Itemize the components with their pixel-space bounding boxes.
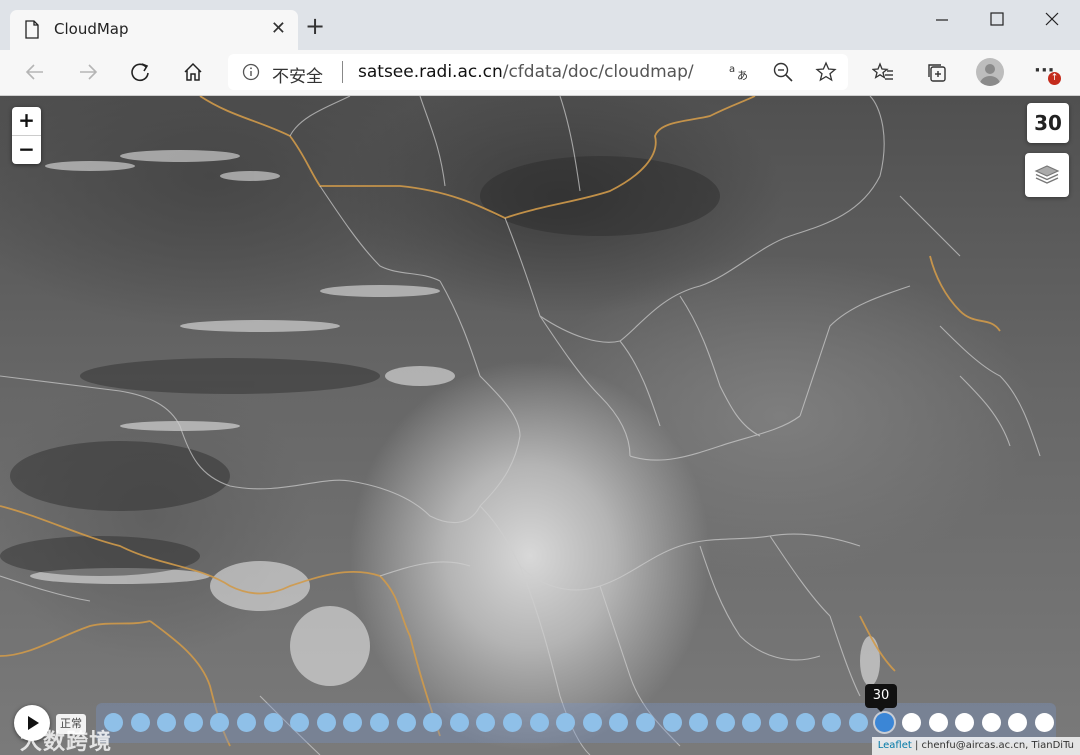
timeline-frame-dot[interactable] xyxy=(343,713,363,732)
minimize-button[interactable] xyxy=(920,6,964,34)
svg-text:a: a xyxy=(729,64,735,75)
tab-title: CloudMap xyxy=(54,20,129,38)
timeline-frame-dot[interactable] xyxy=(662,713,682,732)
zoom-control: + − xyxy=(12,107,41,164)
user-icon xyxy=(980,64,1000,86)
tab-strip: CloudMap ✕ + xyxy=(0,0,1080,50)
update-badge-icon: ↑ xyxy=(1048,72,1061,85)
zoom-in-button[interactable]: + xyxy=(12,107,41,135)
home-icon xyxy=(184,62,202,81)
timeline-frame-dot[interactable] xyxy=(769,713,788,732)
favorites-list-icon[interactable] xyxy=(872,62,894,84)
timeline-frame-dot[interactable] xyxy=(689,713,709,732)
new-tab-button[interactable]: + xyxy=(305,14,325,38)
address-divider xyxy=(342,61,343,83)
timeline-frame-dot[interactable] xyxy=(476,713,496,732)
tab-close-icon[interactable]: ✕ xyxy=(271,18,286,39)
close-window-button[interactable] xyxy=(1030,6,1074,34)
timeline-frame-dot[interactable] xyxy=(1035,713,1054,732)
home-button[interactable] xyxy=(178,57,208,87)
map-attribution: Leaflet | chenfu@aircas.ac.cn, TianDiTu xyxy=(871,737,1080,755)
timeline-frame-dot[interactable] xyxy=(609,713,629,732)
maximize-icon xyxy=(990,12,1004,26)
timeline-frame-dot[interactable] xyxy=(928,713,948,732)
collections-icon[interactable] xyxy=(926,62,948,84)
favorite-star-icon[interactable] xyxy=(815,61,837,83)
timeline-frame-dot[interactable] xyxy=(636,713,655,732)
timeline-frame-dot[interactable] xyxy=(290,713,310,732)
timeline-frame-dot[interactable] xyxy=(316,713,336,732)
timeline-frame-dot[interactable] xyxy=(902,713,921,732)
timeline-frame-dot[interactable] xyxy=(795,713,815,732)
timeline-frame-dot[interactable] xyxy=(981,713,1001,732)
attribution-separator: | xyxy=(911,740,922,751)
timeline-frame-dot[interactable] xyxy=(955,713,975,732)
timeline-frame-dot[interactable] xyxy=(449,713,469,732)
forward-arrow-icon xyxy=(80,64,98,80)
forward-button[interactable] xyxy=(73,57,103,87)
timeline-frame-dot[interactable] xyxy=(183,713,203,732)
timeline-frame-dot[interactable] xyxy=(1008,713,1028,732)
refresh-button[interactable] xyxy=(125,57,155,87)
frame-number-badge: 30 xyxy=(1027,103,1069,143)
url-path: /cfdata/doc/cloudmap/ xyxy=(502,62,694,82)
map-imagery xyxy=(0,96,1041,755)
timeline-frame-dot[interactable] xyxy=(263,713,283,732)
profile-avatar[interactable] xyxy=(976,58,1004,86)
minimize-icon xyxy=(936,19,948,21)
timeline-frame-dot[interactable] xyxy=(556,713,576,732)
maximize-button[interactable] xyxy=(974,6,1018,34)
zoom-out-icon[interactable] xyxy=(772,61,794,83)
layers-button[interactable] xyxy=(1025,153,1069,197)
timeline-frame-dot[interactable] xyxy=(503,713,522,732)
leaflet-link[interactable]: Leaflet xyxy=(878,740,912,751)
info-icon[interactable] xyxy=(242,63,260,81)
timeline-frame-dot[interactable] xyxy=(715,713,735,732)
timeline-frame-dot[interactable] xyxy=(396,713,416,732)
timeline-frame-dot[interactable] xyxy=(822,713,842,732)
timeline-frame-dot[interactable] xyxy=(237,713,256,732)
zoom-out-button[interactable]: − xyxy=(12,135,41,164)
cloud-map[interactable]: + − 30 30 正常 大数跨境 Leaflet | chenfu@airca… xyxy=(0,96,1080,755)
url-text[interactable]: satsee.radi.ac.cn/cfdata/doc/cloudmap/ xyxy=(358,62,694,82)
watermark-text: 大数跨境 xyxy=(20,730,113,755)
timeline-frame-dot[interactable] xyxy=(370,713,389,732)
layers-icon xyxy=(1034,165,1060,184)
address-bar[interactable]: 不安全 satsee.radi.ac.cn/cfdata/doc/cloudma… xyxy=(228,54,848,90)
timeline-frame-dot[interactable] xyxy=(742,713,762,732)
back-arrow-icon xyxy=(25,64,43,80)
svg-text:あ: あ xyxy=(737,69,748,82)
timeline-frame-dot[interactable] xyxy=(848,713,868,732)
timeline-frame-dot[interactable] xyxy=(130,713,150,732)
attribution-credit: chenfu@aircas.ac.cn, TianDiTu xyxy=(921,740,1074,751)
timeline-frame-dot[interactable] xyxy=(157,713,177,732)
more-menu-button[interactable]: ··· ↑ xyxy=(1034,58,1064,86)
back-button[interactable] xyxy=(20,57,50,87)
security-label[interactable]: 不安全 xyxy=(272,62,323,87)
tab-cloudmap[interactable]: CloudMap ✕ xyxy=(10,10,298,50)
translate-icon[interactable]: a あ xyxy=(728,61,750,83)
timeline-frame-dot[interactable] xyxy=(529,713,549,732)
url-host: satsee.radi.ac.cn xyxy=(358,62,503,82)
timeline-frame-dot[interactable] xyxy=(210,713,230,732)
page-icon xyxy=(25,20,39,39)
timeline-tooltip: 30 xyxy=(865,684,897,712)
timeline-frame-dot[interactable] xyxy=(582,713,602,732)
timeline-frame-dot[interactable] xyxy=(423,713,443,732)
browser-toolbar: 不安全 satsee.radi.ac.cn/cfdata/doc/cloudma… xyxy=(0,50,1080,96)
close-icon xyxy=(1045,12,1059,26)
refresh-icon xyxy=(131,63,149,82)
